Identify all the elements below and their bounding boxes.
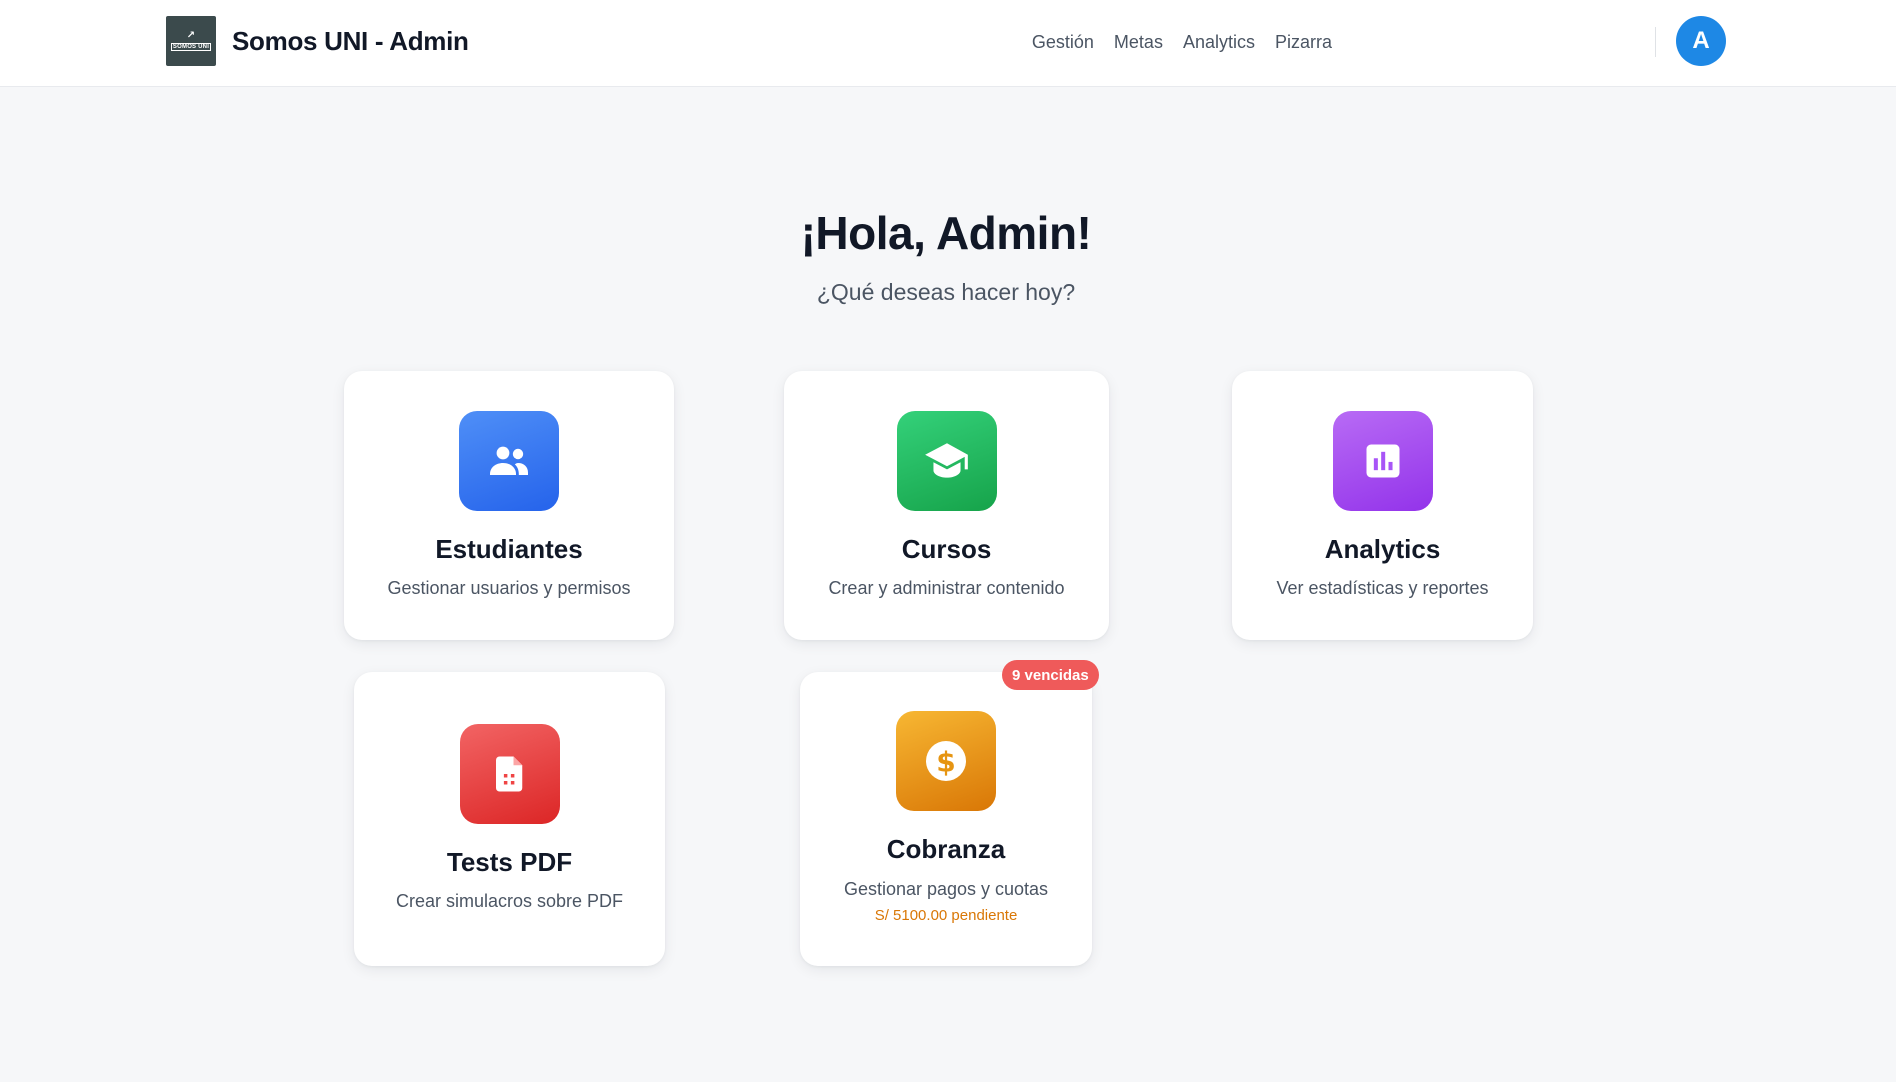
pdf-file-icon [495,756,522,792]
top-navbar: ↗ SOMOS UNI Somos UNI - Admin Gestión Me… [0,0,1896,87]
card-title: Analytics [1324,534,1441,564]
card-cobranza[interactable]: $ Cobranza Gestionar pagos y cuotas S/ 5… [800,672,1092,966]
nav-link-gestion[interactable]: Gestión [1032,32,1094,53]
card-description: Gestionar usuarios y permisos [387,578,631,598]
avatar[interactable]: A [1676,16,1726,66]
nav-divider [1655,27,1656,57]
nav-link-pizarra[interactable]: Pizarra [1275,32,1332,53]
users-icon [490,446,528,475]
nav-link-analytics[interactable]: Analytics [1183,32,1255,53]
card-description: Crear simulacros sobre PDF [395,891,624,911]
bar-chart-icon [1366,444,1399,478]
graduation-cap-icon-box [896,411,997,511]
svg-text:$: $ [936,745,955,778]
card-title: Cobranza [886,834,1006,864]
app-title: Somos UNI - Admin [232,25,469,56]
dollar-coin-icon: $ [926,741,966,781]
graduation-cap-icon [924,443,968,478]
card-title: Tests PDF [446,847,573,877]
pending-amount: S/ 5100.00 pendiente [874,907,1018,924]
dollar-coin-icon-box: $ [896,711,996,811]
brand[interactable]: ↗ SOMOS UNI Somos UNI - Admin [166,16,469,66]
card-title: Estudiantes [435,534,583,564]
bird-icon: ↗ [186,30,196,41]
bar-chart-icon-box [1332,411,1433,511]
users-icon-box [459,411,559,511]
card-tests-pdf[interactable]: Tests PDF Crear simulacros sobre PDF [354,672,665,966]
logo-text: SOMOS UNI [170,43,212,51]
main-nav: Gestión Metas Analytics Pizarra [1012,0,1332,84]
card-description: Ver estadísticas y reportes [1276,578,1489,598]
card-analytics[interactable]: Analytics Ver estadísticas y reportes [1232,371,1533,640]
page-title: ¡Hola, Admin! [800,207,1092,259]
page-subtitle: ¿Qué deseas hacer hoy? [816,279,1076,305]
card-description: Crear y administrar contenido [828,578,1065,598]
pdf-file-icon-box [459,724,560,824]
card-cursos[interactable]: Cursos Crear y administrar contenido [784,371,1109,640]
card-title: Cursos [901,534,992,564]
card-description: Gestionar pagos y cuotas [843,879,1049,899]
overdue-badge: 9 vencidas [1002,660,1099,690]
card-estudiantes[interactable]: Estudiantes Gestionar usuarios y permiso… [344,371,674,640]
nav-link-metas[interactable]: Metas [1114,32,1163,53]
logo: ↗ SOMOS UNI [166,16,216,66]
